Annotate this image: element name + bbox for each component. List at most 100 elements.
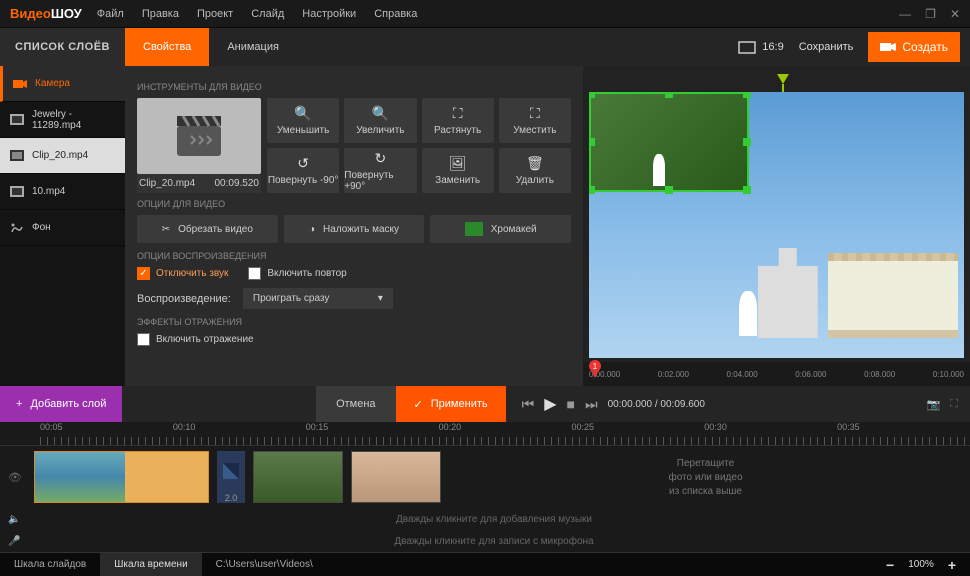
menu-edit[interactable]: Правка <box>142 8 179 20</box>
timeline-clip[interactable] <box>351 451 441 503</box>
snapshot-button[interactable]: 📷 <box>927 398 941 411</box>
menu-settings[interactable]: Настройки <box>302 8 356 20</box>
create-button[interactable]: Создать <box>868 32 960 62</box>
music-track-hint: Дважды кликните для добавления музыки <box>26 514 962 525</box>
tab-slide-scale[interactable]: Шкала слайдов <box>0 553 100 576</box>
tab-properties[interactable]: Свойства <box>125 28 209 66</box>
replace-button[interactable]: 🖼Заменить <box>422 148 494 193</box>
resize-handle[interactable] <box>589 138 595 146</box>
preview-panel: 1 0:00.000 0:02.000 0:04.000 0:06.000 0:… <box>583 66 970 386</box>
resize-handle[interactable] <box>589 186 595 194</box>
layer-camera[interactable]: Камера <box>0 66 125 102</box>
mic-track[interactable]: 🎤 Дважды кликните для записи с микрофона <box>0 530 970 552</box>
resize-handle[interactable] <box>665 92 673 98</box>
zoom-in-button[interactable]: 🔍Увеличить <box>344 98 416 143</box>
fit-icon: ⛶ <box>530 105 540 122</box>
close-icon[interactable]: ✕ <box>950 7 960 21</box>
layers-panel-title: СПИСОК СЛОЁВ <box>0 28 125 66</box>
resize-handle[interactable] <box>665 186 673 194</box>
time-display: 00:00.000 / 00:09.600 <box>608 399 705 410</box>
tab-animation[interactable]: Анимация <box>209 28 297 66</box>
keyframe-marker[interactable]: 1 <box>589 360 601 372</box>
zoom-out-button[interactable]: − <box>886 557 894 573</box>
preview-church <box>758 248 818 338</box>
loop-checkbox[interactable]: Включить повтор <box>248 267 346 280</box>
rotate-neg-button[interactable]: ↺Повернуть -90° <box>267 148 339 193</box>
checkbox-on-icon: ✓ <box>137 267 150 280</box>
menu-file[interactable]: Файл <box>97 8 124 20</box>
track-visibility-toggle[interactable]: 👁 <box>8 471 26 484</box>
crop-button[interactable]: ✂Обрезать видео <box>137 215 278 243</box>
apply-button[interactable]: ✓Применить <box>396 386 506 422</box>
tab-time-scale[interactable]: Шкала времени <box>100 553 201 576</box>
checkbox-off-icon <box>137 333 150 346</box>
playback-select[interactable]: Проиграть сразу▾ <box>243 288 393 309</box>
checkbox-off-icon <box>248 267 261 280</box>
clip-drop-placeholder[interactable]: Перетащитефото или видеоиз списка выше <box>449 458 962 497</box>
delete-button[interactable]: 🗑Удалить <box>499 148 571 193</box>
action-bar: +Добавить слой Отмена ✓Применить ⏮ ▶ ■ ⏭… <box>0 386 970 422</box>
section-tools-label: ИНСТРУМЕНТЫ ДЛЯ ВИДЕО <box>137 82 571 92</box>
maximize-icon[interactable]: ❐ <box>925 7 936 21</box>
stop-button[interactable]: ■ <box>567 396 575 412</box>
minimize-icon[interactable]: — <box>899 7 911 21</box>
clip-name: Clip_20.mp4 <box>139 178 195 189</box>
resize-handle[interactable] <box>743 186 751 194</box>
timeline-ruler[interactable]: 00:05 00:10 00:15 00:20 00:25 00:30 00:3… <box>0 422 970 446</box>
preview-ruler[interactable]: 1 0:00.000 0:02.000 0:04.000 0:06.000 0:… <box>583 362 970 386</box>
resize-handle[interactable] <box>743 138 751 146</box>
zoom-in-button[interactable]: + <box>948 557 956 573</box>
menu-help[interactable]: Справка <box>374 8 417 20</box>
timeline-clip-selected[interactable] <box>34 451 209 503</box>
section-opts-label: ОПЦИИ ДЛЯ ВИДЕО <box>137 199 571 209</box>
clip-thumbnail[interactable] <box>137 98 261 174</box>
stretch-icon: ⛶ <box>453 105 463 122</box>
add-layer-button[interactable]: +Добавить слой <box>0 386 122 422</box>
layer-item[interactable]: Jewelry - 11289.mp4 <box>0 102 125 138</box>
layer-item-selected[interactable]: Clip_20.mp4 <box>0 138 125 174</box>
stretch-button[interactable]: ⛶Растянуть <box>422 98 494 143</box>
mic-icon[interactable]: 🎤 <box>8 536 26 547</box>
overlay-figure <box>653 154 665 186</box>
layer-item[interactable]: 10.mp4 <box>0 174 125 210</box>
timeline-clip[interactable] <box>253 451 343 503</box>
prev-frame-button[interactable]: ⏮ <box>522 396 535 413</box>
cancel-button[interactable]: Отмена <box>316 386 395 422</box>
chromakey-button[interactable]: Хромакей <box>430 215 571 243</box>
save-button[interactable]: Сохранить <box>799 41 854 53</box>
transition-block[interactable]: 2.0 <box>217 451 245 503</box>
next-frame-button[interactable]: ⏭ <box>585 396 598 413</box>
clip-thumbnail-block: Clip_20.mp400:09.520 <box>137 98 261 193</box>
aspect-ratio[interactable]: 16:9 <box>738 41 783 54</box>
preview-canvas[interactable] <box>589 92 964 358</box>
layers-sidebar: Камера Jewelry - 11289.mp4 Clip_20.mp4 1… <box>0 66 125 386</box>
ruler-tick: 0:02.000 <box>658 370 689 379</box>
layer-label: Фон <box>32 222 51 233</box>
rotate-pos-button[interactable]: ↻Повернуть +90° <box>344 148 416 193</box>
section-playback-label: ОПЦИИ ВОСПРОИЗВЕДЕНИЯ <box>137 251 571 261</box>
main-area: Камера Jewelry - 11289.mp4 Clip_20.mp4 1… <box>0 66 970 386</box>
reflection-checkbox[interactable]: Включить отражение <box>137 333 254 346</box>
app-logo: ВидеоШОУ <box>10 6 82 21</box>
music-track[interactable]: 🔈 Дважды кликните для добавления музыки <box>0 508 970 530</box>
play-button[interactable]: ▶ <box>544 394 556 414</box>
aspect-icon <box>738 41 756 54</box>
statusbar: Шкала слайдов Шкала времени C:\Users\use… <box>0 552 970 576</box>
resize-handle[interactable] <box>743 92 751 98</box>
mute-checkbox[interactable]: ✓Отключить звук <box>137 267 228 280</box>
fullscreen-button[interactable]: ⛶ <box>950 398 958 411</box>
layer-label: Камера <box>35 78 70 89</box>
speaker-icon[interactable]: 🔈 <box>8 514 26 525</box>
zoom-out-button[interactable]: 🔍Уменьшить <box>267 98 339 143</box>
selected-layer-overlay[interactable] <box>589 92 749 192</box>
ruler-ticks <box>40 437 970 445</box>
resize-handle[interactable] <box>589 92 595 98</box>
preview-filmstrip <box>828 253 958 338</box>
layer-background[interactable]: Фон <box>0 210 125 246</box>
menu-slide[interactable]: Слайд <box>251 8 284 20</box>
fit-button[interactable]: ⛶Уместить <box>499 98 571 143</box>
mask-button[interactable]: ◑Наложить маску <box>284 215 425 243</box>
playhead-marker-icon[interactable] <box>777 74 789 84</box>
menu-project[interactable]: Проект <box>197 8 233 20</box>
layer-label: Clip_20.mp4 <box>32 150 88 161</box>
